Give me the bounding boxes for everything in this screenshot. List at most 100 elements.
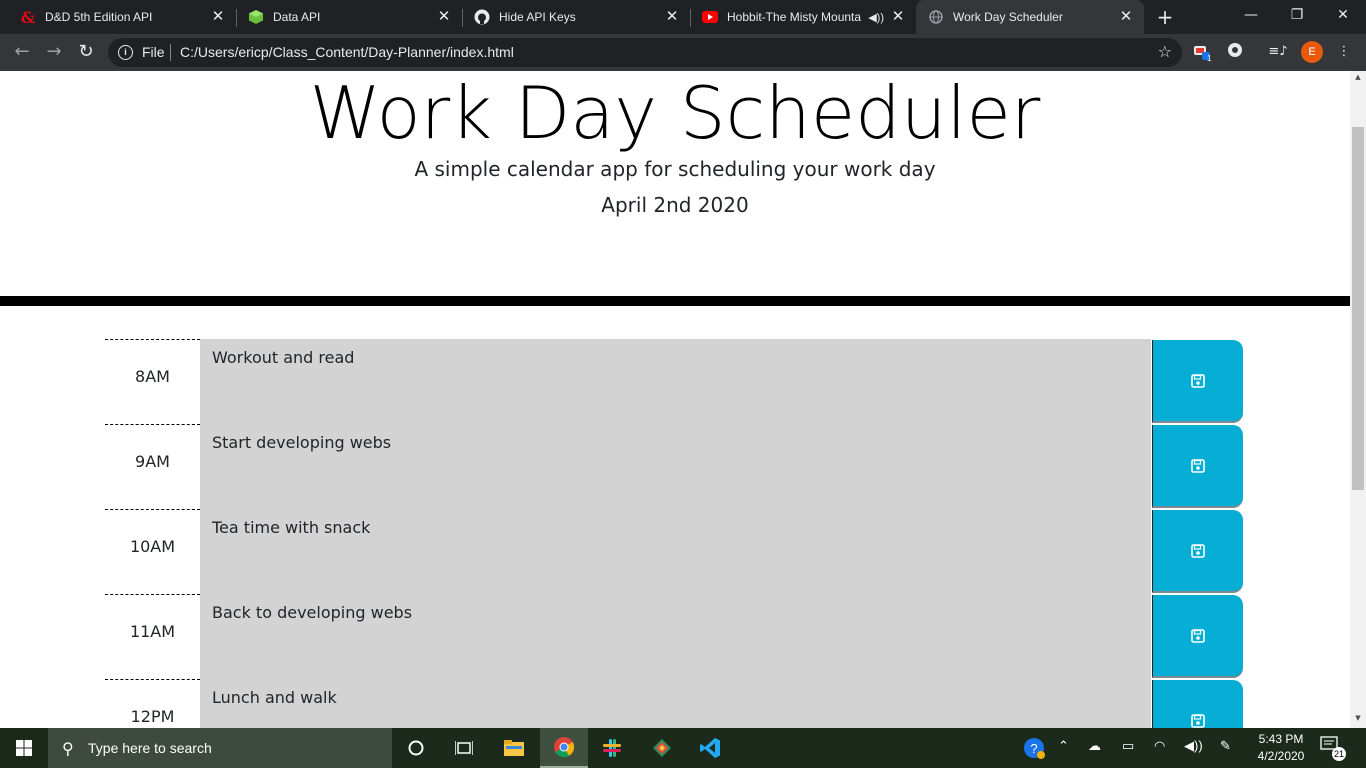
clock-time: 5:43 PM bbox=[1258, 732, 1304, 746]
battery-icon[interactable]: ▭ bbox=[1122, 738, 1134, 754]
cortana-icon[interactable] bbox=[392, 728, 440, 768]
event-description-textarea[interactable]: Tea time with snack bbox=[200, 509, 1152, 594]
tab-title: Hide API Keys bbox=[499, 10, 576, 24]
page-lead: A simple calendar app for scheduling you… bbox=[414, 157, 936, 181]
tab-hide-api-keys[interactable]: Hide API Keys ✕ bbox=[462, 0, 690, 34]
windows-taskbar: ⚲ Type here to search ? ⌃ ☁ ▭ ◠ ◀)) ✎ 5:… bbox=[0, 728, 1366, 768]
time-block: 8AM Workout and read bbox=[105, 339, 1243, 424]
save-button[interactable] bbox=[1152, 510, 1243, 593]
tab-dnd-api[interactable]: & D&D 5th Edition API ✕ bbox=[8, 0, 236, 34]
globe-icon bbox=[928, 9, 944, 25]
save-icon bbox=[1191, 458, 1205, 473]
url-text[interactable]: C:/Users/ericp/Class_Content/Day-Planner… bbox=[180, 44, 514, 60]
save-button[interactable] bbox=[1152, 340, 1243, 423]
scheme-label: File bbox=[142, 44, 165, 60]
close-icon[interactable]: ✕ bbox=[436, 9, 452, 25]
extension-circle-icon[interactable] bbox=[1225, 42, 1245, 62]
close-icon[interactable]: ✕ bbox=[210, 9, 226, 25]
page-scrollbar[interactable]: ▲ ▼ bbox=[1350, 71, 1366, 728]
header-divider bbox=[0, 296, 1350, 306]
close-window-button[interactable]: ✕ bbox=[1320, 0, 1366, 32]
task-view-icon[interactable] bbox=[440, 728, 488, 768]
save-button[interactable] bbox=[1152, 595, 1243, 678]
time-block: 11AM Back to developing webs bbox=[105, 594, 1243, 679]
browser-toolbar: ← → ↻ i File C:/Users/ericp/Class_Conten… bbox=[0, 34, 1366, 71]
new-tab-button[interactable]: + bbox=[1152, 4, 1178, 30]
time-block: 9AM Start developing webs bbox=[105, 424, 1243, 509]
file-explorer-icon[interactable] bbox=[490, 728, 538, 768]
taskbar-search-box[interactable]: ⚲ Type here to search bbox=[48, 728, 392, 768]
bookmark-star-icon[interactable]: ☆ bbox=[1158, 42, 1172, 61]
cube-icon bbox=[248, 9, 264, 25]
chrome-icon[interactable] bbox=[540, 728, 588, 768]
minimize-button[interactable]: — bbox=[1228, 0, 1274, 32]
event-description-textarea[interactable]: Back to developing webs bbox=[200, 594, 1152, 679]
hour-label: 10AM bbox=[105, 509, 200, 594]
browser-tabstrip: & D&D 5th Edition API ✕ Data API ✕ Hide … bbox=[0, 0, 1366, 34]
page-title: Work Day Scheduler bbox=[309, 71, 1041, 155]
save-icon bbox=[1191, 713, 1205, 728]
divider bbox=[170, 44, 171, 61]
hour-label: 12PM bbox=[105, 679, 200, 728]
save-icon bbox=[1191, 628, 1205, 643]
tab-data-api[interactable]: Data API ✕ bbox=[236, 0, 462, 34]
hour-label: 11AM bbox=[105, 594, 200, 679]
reload-icon[interactable]: ↻ bbox=[74, 40, 98, 64]
windows-start-button[interactable] bbox=[0, 728, 48, 768]
media-queue-icon[interactable]: ≡♪ bbox=[1268, 42, 1288, 62]
scroll-down-arrow-icon[interactable]: ▼ bbox=[1350, 714, 1366, 726]
extension-badge: 1 bbox=[1207, 54, 1212, 63]
menu-kebab-icon[interactable]: ⋮ bbox=[1334, 42, 1354, 62]
event-description-textarea[interactable]: Workout and read bbox=[200, 339, 1152, 424]
close-icon[interactable]: ✕ bbox=[1118, 9, 1134, 25]
forward-arrow-icon[interactable]: → bbox=[42, 40, 66, 64]
save-button[interactable] bbox=[1152, 425, 1243, 508]
notification-count-badge: 21 bbox=[1332, 747, 1346, 761]
save-icon bbox=[1191, 543, 1205, 558]
tab-title: Data API bbox=[273, 10, 321, 24]
profile-avatar[interactable]: E bbox=[1301, 41, 1323, 63]
onedrive-icon[interactable]: ☁ bbox=[1088, 738, 1101, 754]
tab-hobbit-youtube[interactable]: Hobbit-The Misty Mounta ◀)) ✕ bbox=[690, 0, 916, 34]
tab-title: Work Day Scheduler bbox=[953, 10, 1063, 24]
help-icon[interactable]: ? bbox=[1022, 736, 1046, 763]
volume-icon[interactable]: ◀)) bbox=[1184, 738, 1203, 754]
hour-label: 9AM bbox=[105, 424, 200, 509]
chevron-up-icon[interactable]: ⌃ bbox=[1058, 738, 1069, 754]
pen-icon[interactable]: ✎ bbox=[1220, 738, 1231, 754]
scrollbar-thumb[interactable] bbox=[1352, 127, 1364, 490]
restore-button[interactable]: ❐ bbox=[1274, 0, 1320, 32]
page-viewport: Work Day Scheduler A simple calendar app… bbox=[0, 71, 1350, 728]
wifi-icon[interactable]: ◠ bbox=[1154, 738, 1165, 754]
youtube-icon bbox=[702, 9, 718, 25]
svg-text:?: ? bbox=[1030, 741, 1037, 756]
dnd-ampersand-icon: & bbox=[20, 7, 36, 27]
close-icon[interactable]: ✕ bbox=[890, 9, 906, 25]
event-description-textarea[interactable]: Lunch and walk bbox=[200, 679, 1152, 728]
save-button[interactable] bbox=[1152, 680, 1243, 728]
back-arrow-icon[interactable]: ← bbox=[10, 40, 34, 64]
save-icon bbox=[1191, 373, 1205, 388]
hour-label: 8AM bbox=[105, 339, 200, 424]
system-clock[interactable]: 5:43 PM 4/2/2020 bbox=[1246, 731, 1316, 765]
tab-title: D&D 5th Edition API bbox=[45, 10, 153, 24]
close-icon[interactable]: ✕ bbox=[664, 9, 680, 25]
address-bar[interactable]: i File C:/Users/ericp/Class_Content/Day-… bbox=[108, 38, 1182, 67]
search-placeholder: Type here to search bbox=[88, 740, 212, 756]
tab-title: Hobbit-The Misty Mounta bbox=[727, 10, 862, 24]
current-day: April 2nd 2020 bbox=[601, 193, 749, 217]
windows-logo-icon bbox=[16, 740, 32, 756]
time-block: 10AM Tea time with snack bbox=[105, 509, 1243, 594]
vscode-icon[interactable] bbox=[686, 728, 734, 768]
git-kraken-icon[interactable] bbox=[638, 728, 686, 768]
event-description-textarea[interactable]: Start developing webs bbox=[200, 424, 1152, 509]
info-icon[interactable]: i bbox=[118, 45, 133, 60]
slack-icon[interactable] bbox=[588, 728, 636, 768]
time-block: 12PM Lunch and walk bbox=[105, 679, 1243, 728]
scroll-up-arrow-icon[interactable]: ▲ bbox=[1350, 73, 1366, 85]
clock-date: 4/2/2020 bbox=[1257, 749, 1305, 763]
search-icon: ⚲ bbox=[62, 739, 74, 758]
tab-work-day-scheduler[interactable]: Work Day Scheduler ✕ bbox=[916, 0, 1144, 34]
speaker-icon[interactable]: ◀)) bbox=[868, 11, 884, 24]
github-icon bbox=[474, 9, 490, 25]
